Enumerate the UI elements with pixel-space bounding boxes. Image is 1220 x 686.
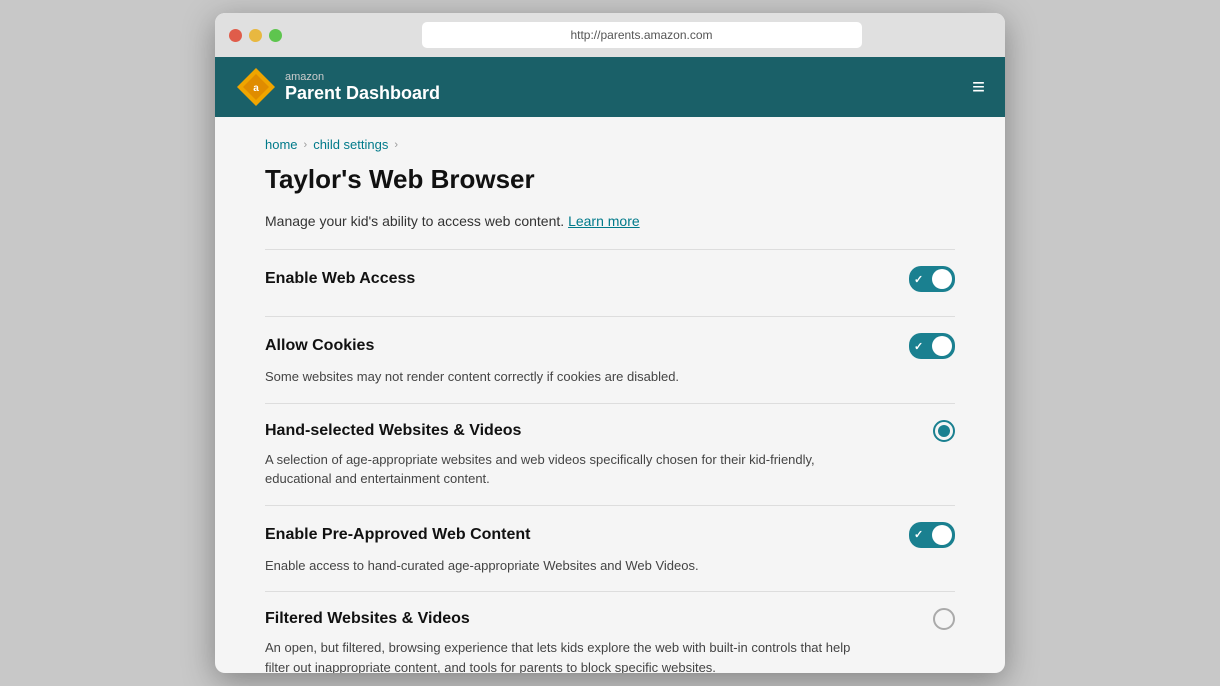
toggle-knob-3 [932,525,952,545]
close-button[interactable] [229,29,242,42]
breadcrumb-home[interactable]: home [265,137,298,152]
filtered-desc: An open, but filtered, browsing experien… [265,638,865,673]
browser-window: http://parents.amazon.com a amazon Paren… [215,13,1005,673]
toggle-check-icon-3: ✓ [914,528,923,541]
main-content: home › child settings › Taylor's Web Bro… [215,117,1005,673]
allow-cookies-title: Allow Cookies [265,337,374,355]
hand-selected-radio[interactable] [933,420,955,442]
learn-more-link[interactable]: Learn more [568,213,640,229]
parent-dashboard-label: Parent Dashboard [285,83,440,104]
breadcrumb-chevron-2: › [394,139,398,151]
toggle-knob [932,269,952,289]
svg-text:a: a [253,83,259,94]
hand-selected-section: Hand-selected Websites & Videos A select… [265,403,955,505]
hand-selected-desc: A selection of age-appropriate websites … [265,450,865,489]
amazon-logo-icon: a [235,66,277,108]
pre-approved-toggle[interactable]: ✓ [909,522,955,548]
radio-inner [938,425,950,437]
breadcrumb-chevron-1: › [304,139,308,151]
address-bar[interactable]: http://parents.amazon.com [422,22,862,48]
amazon-label: amazon [285,71,440,83]
breadcrumb-child-settings[interactable]: child settings [313,137,388,152]
page-title: Taylor's Web Browser [265,164,955,195]
allow-cookies-section: Allow Cookies ✓ Some websites may not re… [265,316,955,403]
filtered-title: Filtered Websites & Videos [265,610,470,628]
toggle-check-icon: ✓ [914,273,923,286]
pre-approved-desc: Enable access to hand-curated age-approp… [265,556,865,576]
url-text: http://parents.amazon.com [570,28,712,42]
filtered-row: Filtered Websites & Videos [265,608,955,630]
allow-cookies-row: Allow Cookies ✓ [265,333,955,359]
enable-web-access-toggle[interactable]: ✓ [909,266,955,292]
pre-approved-row: Enable Pre-Approved Web Content ✓ [265,522,955,548]
traffic-lights [229,29,282,42]
enable-web-access-row: Enable Web Access ✓ [265,266,955,292]
logo-area: a amazon Parent Dashboard [235,66,440,108]
filtered-section: Filtered Websites & Videos An open, but … [265,591,955,673]
intro-text: Manage your kid's ability to access web … [265,213,955,229]
browser-content: a amazon Parent Dashboard ≡ home › child… [215,57,1005,673]
toggle-knob-2 [932,336,952,356]
pre-approved-title: Enable Pre-Approved Web Content [265,526,531,544]
pre-approved-section: Enable Pre-Approved Web Content ✓ Enable… [265,505,955,592]
breadcrumb: home › child settings › [265,137,955,152]
enable-web-access-section: Enable Web Access ✓ [265,249,955,316]
allow-cookies-toggle[interactable]: ✓ [909,333,955,359]
navigation-bar: a amazon Parent Dashboard ≡ [215,57,1005,117]
filtered-radio[interactable] [933,608,955,630]
minimize-button[interactable] [249,29,262,42]
title-bar: http://parents.amazon.com [215,13,1005,57]
menu-icon[interactable]: ≡ [972,74,985,100]
enable-web-access-title: Enable Web Access [265,270,415,288]
logo-text: amazon Parent Dashboard [285,71,440,104]
hand-selected-row: Hand-selected Websites & Videos [265,420,955,442]
hand-selected-title: Hand-selected Websites & Videos [265,422,521,440]
allow-cookies-desc: Some websites may not render content cor… [265,367,865,387]
maximize-button[interactable] [269,29,282,42]
toggle-check-icon-2: ✓ [914,340,923,353]
intro-body: Manage your kid's ability to access web … [265,213,568,229]
